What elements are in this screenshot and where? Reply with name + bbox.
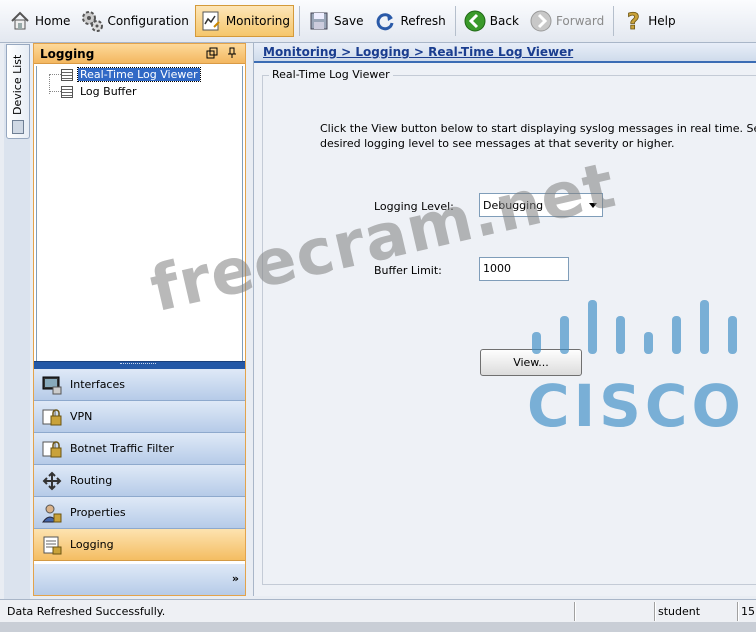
breadcrumb-text[interactable]: Monitoring > Logging > Real-Time Log Vie…: [263, 45, 573, 59]
monitoring-label: Monitoring: [225, 14, 290, 28]
device-list-tab[interactable]: Device List: [6, 44, 30, 139]
logging-tree: Real-Time Log Viewer Log Buffer: [36, 66, 243, 363]
monitoring-icon: [199, 9, 223, 33]
breadcrumb[interactable]: Monitoring > Logging > Real-Time Log Vie…: [254, 43, 756, 63]
nav-button-vpn[interactable]: VPN: [34, 401, 245, 433]
nav-overflow-bar: »: [34, 564, 245, 595]
instructions-line-1: Click the View button below to start dis…: [320, 122, 756, 135]
nav-title: Logging: [40, 46, 95, 61]
botnet-icon: [40, 437, 64, 461]
splitter-grip: [120, 363, 156, 366]
back-label: Back: [489, 14, 519, 28]
properties-icon: [40, 501, 64, 525]
status-user: student: [658, 605, 701, 618]
view-button[interactable]: View...: [480, 349, 582, 376]
window-bottom-edge: [0, 622, 756, 632]
device-list-strip: Device List: [4, 44, 30, 599]
toolbar-separator: [613, 6, 615, 36]
status-bar: Data Refreshed Successfully. student 15: [0, 599, 756, 622]
tree-connector: [49, 91, 61, 92]
interfaces-icon: [40, 373, 64, 397]
log-icon: [61, 68, 73, 81]
nav-button-label: VPN: [70, 410, 93, 423]
back-arrow-icon: [463, 9, 487, 33]
status-separator: [737, 602, 739, 621]
configuration-label: Configuration: [107, 14, 189, 28]
nav-header: Logging: [34, 44, 245, 64]
main-content: Monitoring > Logging > Real-Time Log Vie…: [253, 43, 756, 596]
chevron-double-right-icon[interactable]: »: [232, 572, 239, 585]
home-icon: [8, 9, 32, 33]
nav-button-botnet-traffic-filter[interactable]: Botnet Traffic Filter: [34, 433, 245, 465]
forward-label: Forward: [555, 14, 605, 28]
device-icon: [12, 120, 24, 134]
logging-level-label: Logging Level:: [374, 200, 454, 213]
nav-button-logging[interactable]: Logging: [34, 529, 245, 561]
status-message: Data Refreshed Successfully.: [7, 605, 166, 618]
nav-button-routing[interactable]: Routing: [34, 465, 245, 497]
status-extra: 15: [741, 605, 755, 618]
pin-icon[interactable]: [225, 47, 239, 61]
logging-level-value: Debugging: [483, 198, 544, 212]
svg-text:?: ?: [627, 10, 640, 32]
tree-item-log-buffer[interactable]: Log Buffer: [61, 84, 139, 99]
help-icon: ?: [621, 9, 645, 33]
gears-icon: [80, 9, 104, 33]
nav-button-label: Interfaces: [70, 378, 125, 391]
status-separator: [654, 602, 656, 621]
real-time-log-viewer-group: Real-Time Log Viewer: [262, 68, 756, 585]
logging-icon: [40, 533, 64, 557]
toolbar-separator: [454, 6, 456, 36]
status-separator: [574, 602, 576, 621]
nav-buttons: Interfaces VPN Botnet Traffic Filter Rou…: [34, 369, 245, 561]
device-list-label: Device List: [11, 54, 24, 115]
refresh-button[interactable]: Refresh: [369, 5, 449, 37]
home-button[interactable]: Home: [4, 5, 74, 37]
nav-button-label: Routing: [70, 474, 113, 487]
nav-button-label: Botnet Traffic Filter: [70, 442, 174, 455]
logging-level-select[interactable]: Debugging: [479, 193, 603, 217]
save-button[interactable]: Save: [303, 5, 367, 37]
buffer-limit-input[interactable]: 1000: [479, 257, 569, 281]
log-icon: [61, 85, 73, 98]
navigation-panel: Logging Real-Time Log Viewer Log Buffer …: [33, 43, 246, 596]
group-title: Real-Time Log Viewer: [269, 68, 393, 81]
restore-icon[interactable]: [205, 47, 219, 61]
save-label: Save: [334, 14, 364, 28]
monitoring-button[interactable]: Monitoring: [194, 5, 294, 37]
tree-item-real-time-log-viewer[interactable]: Real-Time Log Viewer: [61, 67, 201, 82]
vpn-icon: [40, 405, 64, 429]
routing-icon: [40, 469, 64, 493]
tree-item-label: Real-Time Log Viewer: [77, 67, 201, 82]
toolbar-separator: [299, 6, 300, 36]
back-button[interactable]: Back: [459, 5, 523, 37]
forward-button[interactable]: Forward: [525, 5, 608, 37]
home-label: Home: [35, 14, 71, 28]
tree-connector: [49, 74, 61, 75]
disk-icon: [307, 9, 331, 33]
nav-button-properties[interactable]: Properties: [34, 497, 245, 529]
main-toolbar: Home Configuration Monitoring Save Refre…: [0, 0, 756, 43]
refresh-icon: [373, 9, 397, 33]
help-button[interactable]: ? Help: [617, 5, 679, 37]
instructions-line-2: desired logging level to see messages at…: [320, 137, 675, 150]
tree-item-label: Log Buffer: [80, 85, 137, 98]
forward-arrow-icon: [529, 9, 553, 33]
configuration-button[interactable]: Configuration: [76, 5, 192, 37]
nav-button-label: Logging: [70, 538, 114, 551]
panel-splitter[interactable]: [34, 361, 245, 369]
nav-button-label: Properties: [70, 506, 126, 519]
help-label: Help: [648, 14, 676, 28]
refresh-label: Refresh: [400, 14, 446, 28]
buffer-limit-label: Buffer Limit:: [374, 264, 442, 277]
chevron-down-icon: [589, 203, 597, 208]
nav-button-interfaces[interactable]: Interfaces: [34, 369, 245, 401]
instructions-text: Click the View button below to start dis…: [320, 121, 756, 151]
